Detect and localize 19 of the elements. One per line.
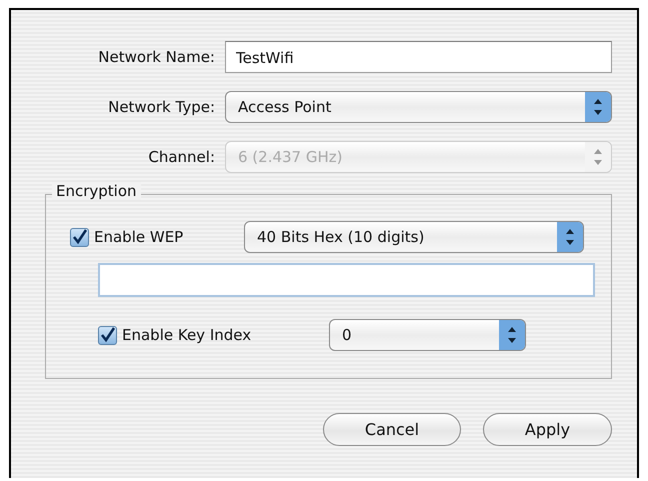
checkbox-label: Enable WEP: [94, 228, 184, 246]
checkbox[interactable]: [98, 326, 117, 344]
field-label: Network Type:: [107, 98, 216, 116]
popup-arrows-icon: [557, 222, 583, 252]
popup-arrows-icon: [585, 92, 611, 122]
field-label: Channel:: [147, 148, 216, 166]
checkbox-label: Enable Key Index: [122, 326, 252, 344]
group-title: Encryption: [52, 182, 141, 200]
key-field[interactable]: [98, 263, 595, 297]
apply-button[interactable]: Apply: [483, 413, 612, 446]
cancel-button[interactable]: Cancel: [323, 413, 461, 446]
popup-menu[interactable]: 40 Bits Hex (10 digits): [244, 221, 584, 253]
field-label: Network Name:: [97, 48, 216, 66]
popup-arrows-icon: [585, 142, 611, 172]
checkbox[interactable]: [70, 228, 89, 246]
network-name-field[interactable]: TestWifi: [225, 41, 612, 73]
popup-arrows-icon: [499, 320, 525, 350]
popup-menu[interactable]: 0: [329, 319, 526, 351]
popup-menu[interactable]: Access Point: [225, 91, 612, 123]
